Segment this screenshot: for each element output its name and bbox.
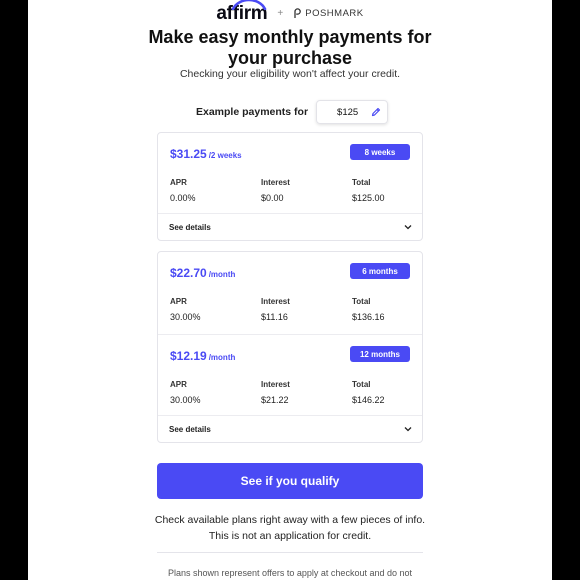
interest-column: Interest $11.16 xyxy=(261,297,290,322)
info-text: Check available plans right away with a … xyxy=(28,512,552,544)
apr-column: APR 30.00% xyxy=(170,297,201,322)
interest-column: Interest $21.22 xyxy=(261,380,290,405)
price-period: /month xyxy=(208,353,236,362)
apr-label: APR xyxy=(170,297,187,306)
total-label: Total xyxy=(352,380,371,389)
chevron-down-icon xyxy=(404,225,412,230)
poshmark-logo: POSHMARK xyxy=(293,8,363,19)
see-details-toggle[interactable]: See details xyxy=(158,415,422,442)
info-line-1: Check available plans right away with a … xyxy=(154,514,426,526)
interest-label: Interest xyxy=(261,178,290,187)
price-amount: $22.70 xyxy=(170,266,207,280)
interest-value: $11.16 xyxy=(261,312,288,322)
total-label: Total xyxy=(352,178,371,187)
chevron-down-icon xyxy=(404,427,412,432)
plus-separator: + xyxy=(277,7,284,19)
price-amount: $31.25 xyxy=(170,147,207,161)
page-title: Make easy monthly payments for your purc… xyxy=(28,27,552,69)
term-badge: 8 weeks xyxy=(350,144,410,160)
plan-card: $22.70/month 6 months APR 30.00% Interes… xyxy=(157,251,423,443)
disclaimer-text: Plans shown represent offers to apply at… xyxy=(168,568,412,578)
interest-label: Interest xyxy=(261,380,290,389)
total-value: $146.22 xyxy=(352,395,385,405)
plan-price: $31.25/2 weeks xyxy=(170,147,242,161)
affirm-arc-icon xyxy=(232,0,267,10)
apr-value: 0.00% xyxy=(170,193,196,203)
example-amount-row: Example payments for $125 xyxy=(196,100,389,124)
subtitle: Checking your eligibility won't affect y… xyxy=(179,68,401,80)
total-value: $125.00 xyxy=(352,193,385,203)
see-if-you-qualify-button[interactable]: See if you qualify xyxy=(157,463,423,499)
term-badge: 12 months xyxy=(350,346,410,362)
plan-6-months: $22.70/month 6 months APR 30.00% Interes… xyxy=(158,252,422,334)
interest-column: Interest $0.00 xyxy=(261,178,290,203)
total-value: $136.16 xyxy=(352,312,385,322)
plan-8-weeks: $31.25/2 weeks 8 weeks APR 0.00% Interes… xyxy=(158,133,422,215)
see-details-toggle[interactable]: See details xyxy=(158,213,422,240)
price-period: /2 weeks xyxy=(208,151,242,160)
see-details-label: See details xyxy=(169,222,211,232)
plan-card: $31.25/2 weeks 8 weeks APR 0.00% Interes… xyxy=(157,132,423,241)
see-details-label: See details xyxy=(169,424,211,434)
total-column: Total $136.16 xyxy=(352,297,385,322)
logo-bar: affirm + POSHMARK xyxy=(28,0,552,24)
poshmark-icon xyxy=(294,7,302,18)
total-label: Total xyxy=(352,297,371,306)
total-column: Total $146.22 xyxy=(352,380,385,405)
price-amount: $12.19 xyxy=(170,349,207,363)
affirm-logo: affirm xyxy=(216,0,268,23)
apr-label: APR xyxy=(170,178,187,187)
apr-label: APR xyxy=(170,380,187,389)
plan-price: $22.70/month xyxy=(170,266,235,280)
info-line-2: This is not an application for credit. xyxy=(208,530,372,542)
interest-label: Interest xyxy=(261,297,290,306)
total-column: Total $125.00 xyxy=(352,178,385,203)
page-title-line-2: your purchase xyxy=(227,48,353,68)
interest-value: $0.00 xyxy=(261,193,284,203)
interest-value: $21.22 xyxy=(261,395,289,405)
page-title-line-1: Make easy monthly payments for xyxy=(148,27,432,47)
example-label: Example payments for xyxy=(196,106,309,118)
poshmark-wordmark: POSHMARK xyxy=(305,7,364,19)
apr-column: APR 0.00% xyxy=(170,178,196,203)
apr-value: 30.00% xyxy=(170,312,201,322)
apr-column: APR 30.00% xyxy=(170,380,201,405)
divider xyxy=(157,552,423,553)
apr-value: 30.00% xyxy=(170,395,201,405)
amount-value: $125 xyxy=(337,106,359,118)
plan-price: $12.19/month xyxy=(170,349,235,363)
pencil-icon[interactable] xyxy=(371,107,381,117)
amount-field[interactable]: $125 xyxy=(316,100,389,124)
modal-sheet: affirm + POSHMARK Make easy monthly paym… xyxy=(28,0,552,580)
term-badge: 6 months xyxy=(350,263,410,279)
price-period: /month xyxy=(208,270,236,279)
plan-12-months: $12.19/month 12 months APR 30.00% Intere… xyxy=(158,334,422,416)
